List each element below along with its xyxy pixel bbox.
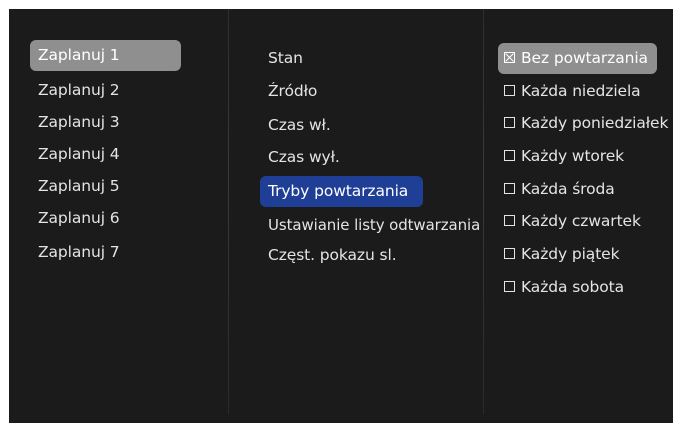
repeat-option-wednesday[interactable]: Każda środa [498,174,615,205]
checkbox-icon [504,117,515,128]
checkbox-checked-icon [504,52,515,63]
setting-off-time[interactable]: Czas wył. [260,142,340,173]
setting-status[interactable]: Stan [260,43,303,74]
column-divider [228,9,229,414]
schedule-item-2[interactable]: Zaplanuj 2 [30,75,120,106]
schedule-item-7[interactable]: Zaplanuj 7 [30,237,120,268]
repeat-option-tuesday[interactable]: Każdy wtorek [498,141,624,172]
repeat-option-sunday[interactable]: Każda niedziela [498,76,641,107]
repeat-option-label: Każdy poniedziałek [521,114,669,132]
repeat-option-monday[interactable]: Każdy poniedziałek [498,108,668,139]
checkbox-icon [504,215,515,226]
osd-menu: Zaplanuj 1 Zaplanuj 2 Zaplanuj 3 Zaplanu… [9,9,673,423]
schedule-item-5[interactable]: Zaplanuj 5 [30,171,120,202]
checkbox-icon [504,85,515,96]
repeat-option-label: Każda niedziela [521,82,641,100]
setting-slideshow-interval[interactable]: Częst. pokazu sl. [260,240,397,271]
setting-source[interactable]: Źródło [260,76,317,107]
repeat-option-friday[interactable]: Każdy piątek [498,239,620,270]
repeat-option-label: Każdy piątek [521,245,620,263]
repeat-option-label: Każdy wtorek [521,147,625,165]
repeat-option-label: Każdy czwartek [521,212,641,230]
schedule-item-6[interactable]: Zaplanuj 6 [30,203,120,234]
checkbox-icon [504,248,515,259]
column-divider [483,9,484,414]
checkbox-icon [504,183,515,194]
repeat-option-label: Każda sobota [521,278,625,296]
schedule-item-1[interactable]: Zaplanuj 1 [30,40,181,71]
repeat-option-label: Bez powtarzania [521,49,648,67]
repeat-option-label: Każda środa [521,180,615,198]
repeat-option-thursday[interactable]: Każdy czwartek [498,206,641,237]
checkbox-icon [504,281,515,292]
schedule-item-3[interactable]: Zaplanuj 3 [30,107,120,138]
repeat-option-none[interactable]: Bez powtarzania [498,43,657,74]
schedule-item-4[interactable]: Zaplanuj 4 [30,139,120,170]
setting-repeat-modes[interactable]: Tryby powtarzania [260,176,423,207]
setting-on-time[interactable]: Czas wł. [260,110,331,141]
setting-playlist[interactable]: Ustawianie listy odtwarzania [260,210,480,241]
repeat-option-saturday[interactable]: Każda sobota [498,272,624,303]
checkbox-icon [504,150,515,161]
